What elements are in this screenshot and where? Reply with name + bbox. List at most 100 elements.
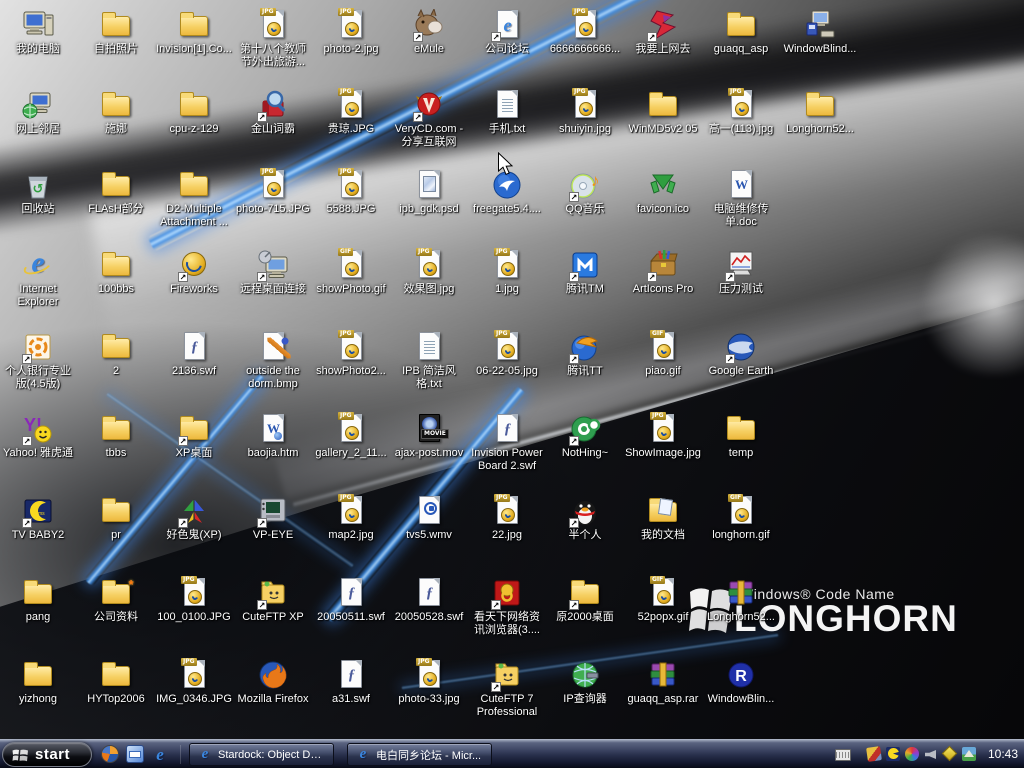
desktop-icon[interactable]: ↗VeryCD.com - 分享互联网	[391, 88, 467, 149]
desktop-icon[interactable]: pr	[78, 494, 154, 542]
desktop-icon[interactable]: 施娜	[78, 88, 154, 136]
desktop-icon[interactable]: guaqq_asp	[703, 8, 779, 56]
desktop-icon[interactable]: ↗看天下网络资讯浏览器(3....	[469, 576, 545, 637]
desktop-icon[interactable]: GIFlonghorn.gif	[703, 494, 779, 542]
desktop-icon[interactable]: ↗半个人	[547, 494, 623, 542]
desktop-icon[interactable]: ipb_gdk.psd	[391, 168, 467, 216]
desktop-icon[interactable]: JPGgallery_2_11...	[313, 412, 389, 460]
desktop-icon[interactable]: Longhorn52...	[703, 576, 779, 624]
desktop-icon[interactable]: JPG1.jpg	[469, 248, 545, 296]
desktop-icon[interactable]: GIF52popx.gif	[625, 576, 701, 624]
desktop-icon[interactable]: tvs5.wmv	[391, 494, 467, 542]
desktop-icon[interactable]: JPGIMG_0346.JPG	[156, 658, 232, 706]
desktop-icon[interactable]: Wbaojia.htm	[235, 412, 311, 460]
desktop-icon[interactable]: JPG5588.JPG	[313, 168, 389, 216]
desktop-icon[interactable]: ƒ2136.swf	[156, 330, 232, 378]
desktop-icon[interactable]: 100bbs	[78, 248, 154, 296]
desktop-icon[interactable]: ↺回收站	[0, 168, 76, 216]
volume-tray-icon[interactable]	[923, 746, 939, 762]
desktop-icon[interactable]: JPGphoto-715.JPG	[235, 168, 311, 216]
desktop-icon[interactable]: guaqq_asp.rar	[625, 658, 701, 706]
desktop-icon[interactable]: D2-Multiple Attachment ...	[156, 168, 232, 229]
desktop-icon[interactable]: GIFpiao.gif	[625, 330, 701, 378]
desktop-icon[interactable]: JPG100_0100.JPG	[156, 576, 232, 624]
internet-explorer-icon[interactable]: e	[150, 744, 170, 764]
desktop-icon[interactable]: ƒ20050528.swf	[391, 576, 467, 624]
desktop-icon[interactable]: 我的文档	[625, 494, 701, 542]
desktop-icon[interactable]: FLAsH部分	[78, 168, 154, 216]
desktop-icon[interactable]: ƒa31.swf	[313, 658, 389, 706]
desktop-icon[interactable]: ↗腾讯TM	[547, 248, 623, 296]
desktop-icon[interactable]: IP查询器	[547, 658, 623, 706]
desktop-icon[interactable]: ↗好色鬼(XP)	[156, 494, 232, 542]
desktop-icon[interactable]: ↗eMule	[391, 8, 467, 56]
desktop-icon[interactable]: temp	[703, 412, 779, 460]
desktop-icon[interactable]: W电脑维修传单.doc	[703, 168, 779, 229]
desktop-icon[interactable]: pang	[0, 576, 76, 624]
desktop-icon[interactable]: WinMD5v2 05	[625, 88, 701, 136]
start-button[interactable]: start	[2, 742, 92, 767]
desktop-icon[interactable]: ↗Fireworks	[156, 248, 232, 296]
input-method-keyboard-icon[interactable]	[835, 749, 851, 761]
desktop-icon[interactable]: JPG6666666666...	[547, 8, 623, 56]
kantianxia-tray-icon[interactable]	[866, 746, 882, 762]
desktop-icon[interactable]: tbbs	[78, 412, 154, 460]
outlook-express-icon[interactable]	[125, 744, 145, 764]
desktop-icon[interactable]: e↗公司论坛	[469, 8, 545, 56]
desktop-icon[interactable]: JPGshuiyin.jpg	[547, 88, 623, 136]
mozilla-icon[interactable]	[100, 744, 120, 764]
desktop-icon[interactable]: eInternet Explorer	[0, 248, 76, 309]
desktop-icon[interactable]: JPGmap2.jpg	[313, 494, 389, 542]
desktop-icon[interactable]: ↗CuteFTP XP	[235, 576, 311, 624]
desktop-icon[interactable]: cpu-z-129	[156, 88, 232, 136]
desktop[interactable]: Windows® Code Name LONGHORN 我的电脑自拍照片Invi…	[0, 0, 1024, 768]
diamond-tray-icon[interactable]	[942, 746, 958, 762]
desktop-icon[interactable]: RWindowBlin...	[703, 658, 779, 706]
desktop-icon[interactable]: MOVIEajax-post.mov	[391, 412, 467, 460]
desktop-icon[interactable]: ↗金山词霸	[235, 88, 311, 136]
desktop-icon[interactable]: outside the dorm.bmp	[235, 330, 311, 391]
desktop-icon[interactable]: 网上邻居	[0, 88, 76, 136]
desktop-icon[interactable]: IPB 简洁风格.txt	[391, 330, 467, 391]
landscape-tray-icon[interactable]	[961, 746, 977, 762]
desktop-icon[interactable]: ƒInvision Power Board 2.swf	[469, 412, 545, 473]
desktop-icon[interactable]: Invision[1].Co...	[156, 8, 232, 56]
desktop-icon[interactable]: GIFshowPhoto.gif	[313, 248, 389, 296]
desktop-icon[interactable]: JPG第十八个教师节外出旅游...	[235, 8, 311, 69]
desktop-icon[interactable]: ↗远程桌面连接	[235, 248, 311, 296]
desktop-icon[interactable]: ↗Google Earth	[703, 330, 779, 378]
taskbar-window-stardock[interactable]: e Stardock: Object Des...	[189, 743, 334, 766]
desktop-icon[interactable]: JPGphoto-2.jpg	[313, 8, 389, 56]
desktop-icon[interactable]: ↗VP-EYE	[235, 494, 311, 542]
desktop-icon[interactable]: ↗原2000桌面	[547, 576, 623, 624]
desktop-icon[interactable]: JPG06-22-05.jpg	[469, 330, 545, 378]
desktop-icon[interactable]: 2	[78, 330, 154, 378]
desktop-icon[interactable]: JPGphoto-33.jpg	[391, 658, 467, 706]
desktop-icon[interactable]: Longhorn52...	[782, 88, 858, 136]
desktop-icon[interactable]: 手机.txt	[469, 88, 545, 136]
desktop-icon[interactable]: ↗CuteFTP 7 Professional	[469, 658, 545, 719]
desktop-icon[interactable]: moms↗TV BABY2	[0, 494, 76, 542]
desktop-icon[interactable]: *公司资料	[78, 576, 154, 624]
desktop-icon[interactable]: JPGShowImage.jpg	[625, 412, 701, 460]
desktop-icon[interactable]: ↗压力测试	[703, 248, 779, 296]
desktop-icon[interactable]: 自拍照片	[78, 8, 154, 56]
desktop-icon[interactable]: favicon.ico	[625, 168, 701, 216]
desktop-icon[interactable]: JPG效果图.jpg	[391, 248, 467, 296]
taskbar-window-forum[interactable]: e 电白同乡论坛 - Micr...	[347, 743, 492, 766]
desktop-icon[interactable]: HYTop2006	[78, 658, 154, 706]
desktop-icon[interactable]: 我的电脑	[0, 8, 76, 56]
desktop-icon[interactable]: JPG贵琼.JPG	[313, 88, 389, 136]
desktop-icon[interactable]: JPGshowPhoto2...	[313, 330, 389, 378]
desktop-icon[interactable]: ↗ArtIcons Pro	[625, 248, 701, 296]
desktop-icon[interactable]: ↗腾讯TT	[547, 330, 623, 378]
tvbaby-tray-icon[interactable]	[885, 746, 901, 762]
desktop-icon[interactable]: ƒ20050511.swf	[313, 576, 389, 624]
desktop-icon[interactable]: yizhong	[0, 658, 76, 706]
desktop-icon[interactable]: Mozilla Firefox	[235, 658, 311, 706]
desktop-icon[interactable]: Y!↗Yahoo! 雅虎通	[0, 412, 76, 460]
desktop-icon[interactable]: JPG22.jpg	[469, 494, 545, 542]
desktop-icon[interactable]: ↗个人银行专业版(4.5版)	[0, 330, 76, 391]
desktop-icon[interactable]: WindowBlind...	[782, 8, 858, 56]
desktop-icon[interactable]: ↗XP桌面	[156, 412, 232, 460]
